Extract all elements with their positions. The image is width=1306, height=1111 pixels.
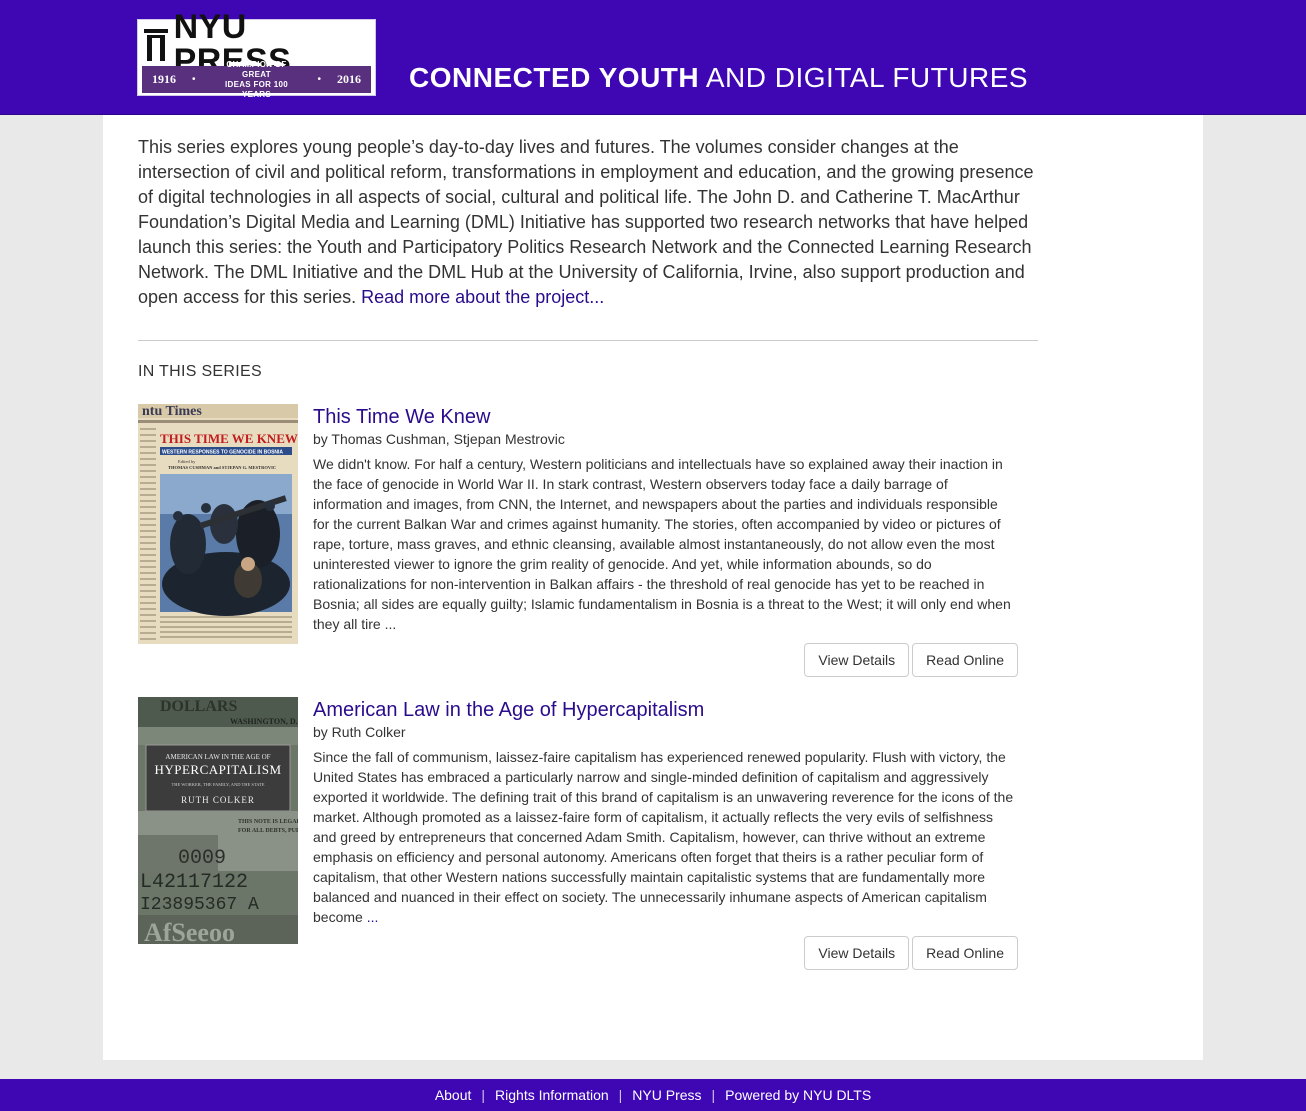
svg-text:THIS TIME WE KNEW: THIS TIME WE KNEW <box>160 431 298 446</box>
book-title-link[interactable]: This Time We Knew <box>313 404 1018 430</box>
book-title-link[interactable]: American Law in the Age of Hypercapitali… <box>313 697 1018 723</box>
site-footer: About | Rights Information | NYU Press |… <box>0 1079 1306 1111</box>
site-header: NYU PRESS 1916 • CHAMPION OF GREAT IDEAS… <box>0 0 1306 115</box>
footer-separator: | <box>618 1087 623 1103</box>
book-actions: View Details Read Online <box>804 936 1018 970</box>
footer-link-about[interactable]: About <box>435 1087 472 1103</box>
svg-text:Edited by: Edited by <box>178 459 196 464</box>
nyu-press-logo[interactable]: NYU PRESS 1916 • CHAMPION OF GREAT IDEAS… <box>138 10 375 99</box>
svg-text:THIS NOTE IS LEGAL TEND: THIS NOTE IS LEGAL TEND <box>238 819 298 825</box>
footer-separator: | <box>711 1087 716 1103</box>
svg-text:I23895367 A: I23895367 A <box>140 895 259 915</box>
section-heading: IN THIS SERIES <box>138 363 262 380</box>
view-details-button[interactable]: View Details <box>804 936 910 970</box>
svg-text:AfSeeoo: AfSeeoo <box>144 918 235 944</box>
footer-link-dlts[interactable]: Powered by NYU DLTS <box>725 1087 871 1103</box>
book-cover-image[interactable]: DOLLARS WASHINGTON, D.C. AMERICAN LAW IN… <box>138 697 298 944</box>
divider <box>138 340 1038 341</box>
series-description: This series explores young people’s day-… <box>138 137 1034 307</box>
book-authors: by Thomas Cushman, Stjepan Mestrovic <box>313 431 565 447</box>
more-ellipsis: ... <box>384 616 397 632</box>
series-title: CONNECTED YOUTH AND DIGITAL FUTURES <box>409 62 1029 93</box>
footer-separator: | <box>481 1087 486 1103</box>
book-actions: View Details Read Online <box>804 643 1018 677</box>
book-item: DOLLARS WASHINGTON, D.C. AMERICAN LAW IN… <box>138 697 1038 972</box>
svg-text:L42117122: L42117122 <box>140 871 248 894</box>
book-description: Since the fall of communism, laissez-fai… <box>313 749 1014 925</box>
view-details-button[interactable]: View Details <box>804 643 910 677</box>
svg-text:ntu Times: ntu Times <box>142 404 202 419</box>
book-description: We didn't know. For half a century, West… <box>313 456 1011 632</box>
read-online-button[interactable]: Read Online <box>912 643 1018 677</box>
footer-link-nyu-press[interactable]: NYU Press <box>632 1087 701 1103</box>
svg-text:0009: 0009 <box>178 847 226 870</box>
book-cover-image[interactable]: ntu Times THIS TIME WE KNEW WESTERN RESP… <box>138 404 298 644</box>
svg-text:FOR ALL DEBTS, PUBLIC AND P: FOR ALL DEBTS, PUBLIC AND P <box>238 828 298 834</box>
svg-text:WASHINGTON, D.C.: WASHINGTON, D.C. <box>230 717 298 726</box>
footer-link-rights[interactable]: Rights Information <box>495 1087 609 1103</box>
svg-text:DOLLARS: DOLLARS <box>160 698 237 715</box>
svg-text:WESTERN RESPONSES TO GENOCIDE: WESTERN RESPONSES TO GENOCIDE IN BOSNIA <box>162 450 283 456</box>
svg-text:AMERICAN LAW IN THE AGE OF: AMERICAN LAW IN THE AGE OF <box>165 753 270 761</box>
book-authors: by Ruth Colker <box>313 724 406 740</box>
logo-centennial-band: 1916 • CHAMPION OF GREAT IDEAS FOR 100 Y… <box>142 60 371 99</box>
book-item: ntu Times THIS TIME WE KNEW WESTERN RESP… <box>138 404 1038 679</box>
read-more-link[interactable]: Read more about the project... <box>361 287 604 307</box>
svg-text:RUTH COLKER: RUTH COLKER <box>181 795 255 805</box>
svg-text:HYPERCAPITALISM: HYPERCAPITALISM <box>154 762 281 777</box>
more-link[interactable]: ... <box>367 909 379 925</box>
svg-text:THOMAS CUSHMAN and STJEPAN G.: THOMAS CUSHMAN and STJEPAN G. MESTROVIC <box>168 465 276 470</box>
main-content: This series explores young people’s day-… <box>103 115 1203 1060</box>
read-online-button[interactable]: Read Online <box>912 936 1018 970</box>
torch-icon <box>144 27 168 61</box>
